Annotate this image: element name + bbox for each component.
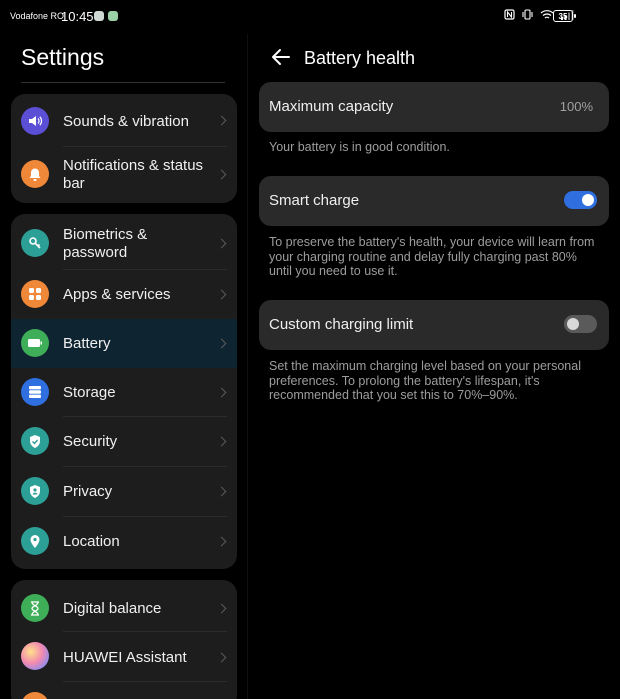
settings-item-notifications[interactable]: Notifications & status bar bbox=[11, 147, 237, 203]
settings-item-apps[interactable]: Apps & services bbox=[11, 270, 237, 319]
battery-indicator: 35 bbox=[553, 10, 576, 22]
chevron-right-icon bbox=[216, 436, 227, 447]
settings-item-label: Digital balance bbox=[63, 600, 162, 617]
custom-charging-limit-toggle[interactable] bbox=[564, 315, 597, 333]
settings-item-huawei-assistant[interactable]: HUAWEI Assistant bbox=[11, 632, 237, 682]
settings-item-label: Location bbox=[63, 533, 120, 550]
battery-icon bbox=[21, 329, 49, 357]
page-title: Battery health bbox=[304, 48, 416, 68]
settings-item-label: Storage bbox=[63, 384, 116, 401]
settings-item-label: Sounds & vibration bbox=[63, 113, 189, 130]
key-icon bbox=[21, 229, 49, 257]
settings-item-biometrics[interactable]: Biometrics & password bbox=[11, 214, 237, 270]
page-title: Settings bbox=[21, 44, 105, 70]
carrier-name: Vodafone RO bbox=[10, 11, 65, 21]
notification-app-icon bbox=[108, 11, 118, 21]
custom-charging-limit-hint: Set the maximum charging level based on … bbox=[269, 359, 581, 402]
settings-item-label: HUAWEI Assistant bbox=[63, 649, 187, 666]
settings-item-location[interactable]: Location bbox=[11, 517, 237, 569]
toggle-knob bbox=[582, 194, 594, 206]
settings-item-storage[interactable]: Storage bbox=[11, 368, 237, 417]
settings-item-battery[interactable]: Battery bbox=[11, 319, 237, 368]
settings-item-label: Privacy bbox=[63, 483, 113, 500]
notification-app-icon bbox=[94, 11, 104, 21]
privacy-shield-icon bbox=[21, 477, 49, 505]
location-pin-icon bbox=[21, 527, 49, 555]
settings-item-sounds[interactable]: Sounds & vibration bbox=[11, 94, 237, 147]
smart-charge-row[interactable]: Smart charge bbox=[259, 176, 609, 226]
settings-group: Sounds & vibration Notifications & statu… bbox=[11, 94, 237, 203]
max-capacity-value: 100% bbox=[559, 99, 593, 114]
smart-charge-hint: To preserve the battery's health, your d… bbox=[269, 235, 595, 278]
shield-check-icon bbox=[21, 427, 49, 455]
settings-group: Digital balance HUAWEI Assistant bbox=[11, 580, 237, 699]
settings-item-label: Apps & services bbox=[63, 286, 171, 303]
nfc-icon bbox=[504, 9, 515, 24]
custom-charging-limit-row[interactable]: Custom charging limit bbox=[259, 300, 609, 350]
settings-item-digital-balance[interactable]: Digital balance bbox=[11, 580, 237, 632]
vibrate-icon bbox=[521, 9, 534, 24]
divider bbox=[21, 82, 225, 83]
toggle-knob bbox=[567, 318, 579, 330]
max-capacity-hint: Your battery is in good condition. bbox=[269, 140, 450, 154]
max-capacity-label: Maximum capacity bbox=[269, 98, 394, 115]
settings-item-security[interactable]: Security bbox=[11, 417, 237, 467]
bell-icon bbox=[21, 160, 49, 188]
chevron-right-icon bbox=[216, 387, 227, 398]
settings-item-label: Battery bbox=[63, 335, 111, 352]
settings-item-label: Notifications & status bar bbox=[63, 157, 204, 192]
status-bar: Vodafone RO 10:45 35 bbox=[0, 0, 620, 34]
settings-item-label: Biometrics & password bbox=[63, 226, 148, 261]
apps-icon bbox=[21, 280, 49, 308]
chevron-right-icon bbox=[216, 115, 227, 126]
battery-health-panel: Battery health Maximum capacity 100% You… bbox=[248, 34, 620, 699]
storage-icon bbox=[21, 378, 49, 406]
chevron-right-icon bbox=[216, 536, 227, 547]
smart-charge-label: Smart charge bbox=[269, 192, 360, 209]
settings-panel: Settings Sounds & vibration Notification… bbox=[0, 34, 247, 699]
wifi-icon bbox=[540, 9, 554, 24]
chevron-right-icon bbox=[216, 486, 227, 497]
chevron-right-icon bbox=[216, 338, 227, 349]
smart-charge-toggle[interactable] bbox=[564, 191, 597, 209]
custom-charging-limit-label: Custom charging limit bbox=[269, 316, 414, 333]
settings-item-partial[interactable] bbox=[11, 682, 237, 699]
settings-item-privacy[interactable]: Privacy bbox=[11, 467, 237, 517]
settings-item-label: Security bbox=[63, 433, 118, 450]
max-capacity-row: Maximum capacity 100% bbox=[259, 82, 609, 132]
chevron-right-icon bbox=[216, 169, 227, 180]
speaker-icon bbox=[21, 107, 49, 135]
app-icon bbox=[21, 692, 49, 699]
back-arrow-icon[interactable] bbox=[270, 46, 292, 68]
chevron-right-icon bbox=[216, 238, 227, 249]
clock: 10:45 bbox=[61, 9, 94, 24]
assistant-icon bbox=[21, 642, 49, 670]
hourglass-icon bbox=[21, 594, 49, 622]
chevron-right-icon bbox=[216, 289, 227, 300]
chevron-right-icon bbox=[216, 603, 227, 614]
chevron-right-icon bbox=[216, 652, 227, 663]
settings-group: Biometrics & password Apps & services Ba… bbox=[11, 214, 237, 569]
